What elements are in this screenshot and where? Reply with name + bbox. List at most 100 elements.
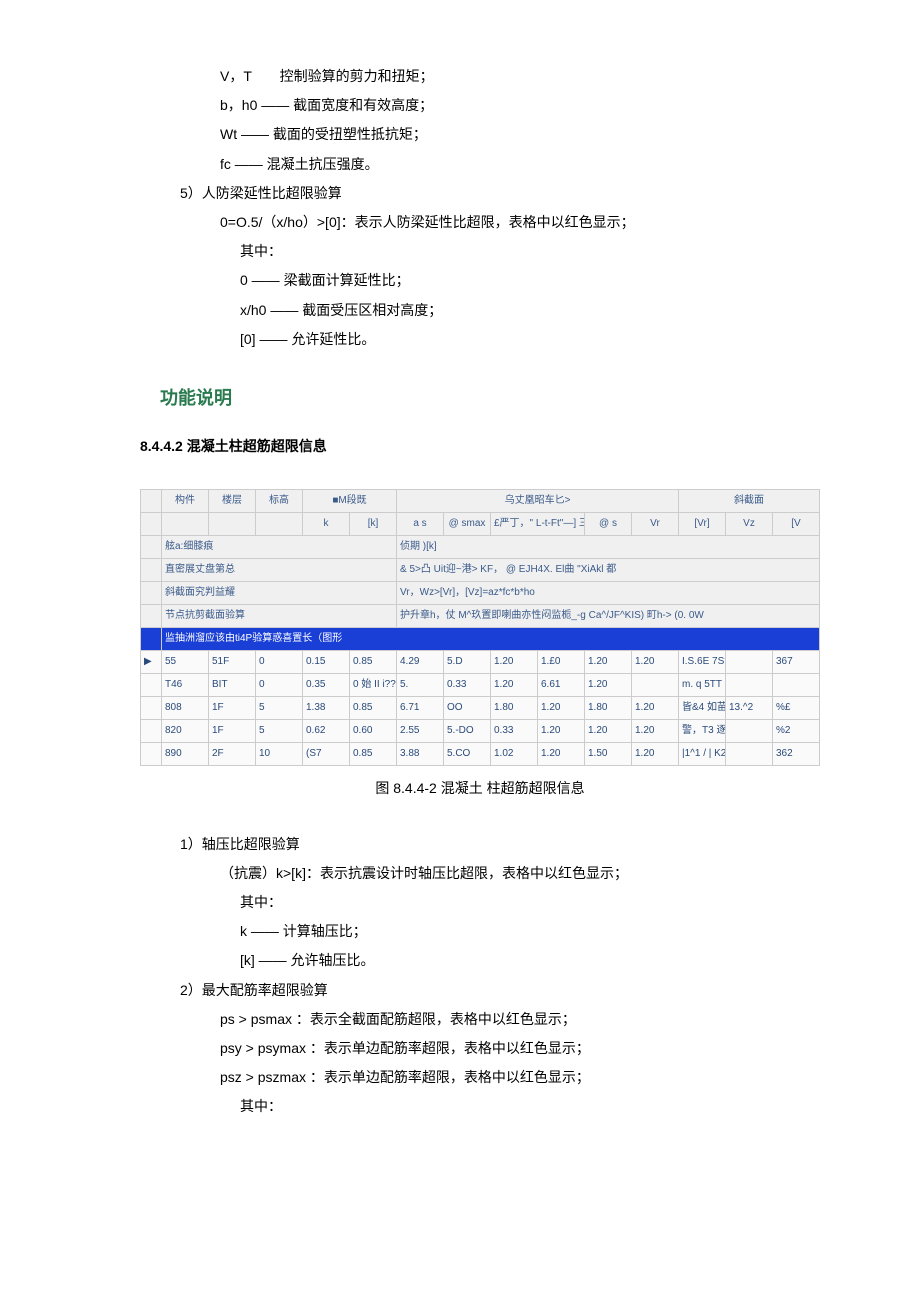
col-elev: 标高 (256, 490, 303, 513)
col-marker (141, 490, 162, 513)
r4-c4: (S7 (303, 743, 350, 766)
r2-c12: 皆&4 如苗 (679, 697, 726, 720)
r1-c0 (141, 674, 162, 697)
h2-vz: Vz (726, 513, 773, 536)
r3-c1: 820 (162, 720, 209, 743)
r3-c4: 0.62 (303, 720, 350, 743)
r4-c5: 0.85 (350, 743, 397, 766)
meta-0-rest: 侦期 )[k] (397, 536, 820, 559)
h2-vr: Vr (632, 513, 679, 536)
r3-c10: 1.20 (585, 720, 632, 743)
data-row-2: 808 1F 5 1.38 0.85 6.71 OO 1.80 1.20 1.8… (141, 697, 820, 720)
r2-c14: %£ (773, 697, 820, 720)
sec2b-title: 2）最大配筋率超限验算 (180, 978, 820, 1003)
r1-c9: 6.61 (538, 674, 585, 697)
r0-c6: 4.29 (397, 651, 444, 674)
h2-as: a s (397, 513, 444, 536)
r0-marker: ▶ (141, 651, 162, 674)
meta-2-rest: Vr，Wz>[Vr]，[Vz]=az*fc*b*ho (397, 582, 820, 605)
sec5-defxh0: x/h0 —— 截面受压区相对高度； (240, 298, 820, 323)
figure-table-wrap: 构件 楼层 标高 ■M段既 乌丈凰昭车匕> 斜截面 k [k] a s @ sm… (140, 489, 820, 766)
r0-c8: 1.20 (491, 651, 538, 674)
meta-row-3: 节点抗剪截面验算护升章h，仗 M^玖置即喇曲亦性闷监栀_-g Ca^/JF^KI… (141, 605, 820, 628)
r1-c13 (726, 674, 773, 697)
r4-c3: 10 (256, 743, 303, 766)
r1-c8: 1.20 (491, 674, 538, 697)
r2-c1: 808 (162, 697, 209, 720)
col-shear-group: 斜截面 (679, 490, 820, 513)
h2-3 (256, 513, 303, 536)
sec2b-where: 其中： (240, 1094, 820, 1119)
r4-c0 (141, 743, 162, 766)
data-row-3: 820 1F 5 0.62 0.60 2.55 5.-DO 0.33 1.20 … (141, 720, 820, 743)
data-row-0: ▶ 55 51F 0 0.15 0.85 4.29 5.D 1.20 1.£0 … (141, 651, 820, 674)
r0-c4: 0.15 (303, 651, 350, 674)
def-wt: Wt —— 截面的受扭塑性抵抗矩； (220, 122, 820, 147)
r2-c3: 5 (256, 697, 303, 720)
r3-c6: 2.55 (397, 720, 444, 743)
sec5-deflim: [0] —— 允许延性比。 (240, 327, 820, 352)
r1-c14 (773, 674, 820, 697)
blue-highlight-row: 监抽洲溜应该由ti4P验算惑喜置长（图形 (141, 628, 820, 651)
meta-3-label: 节点抗剪截面验算 (162, 605, 397, 628)
sec5-title: 5）人防梁延性比超限验算 (180, 181, 820, 206)
r0-c7: 5.D (444, 651, 491, 674)
meta-row-0: 舷a:细膝痕侦期 )[k] (141, 536, 820, 559)
r3-c5: 0.60 (350, 720, 397, 743)
meta-row-1: 直密展丈盘第总& 5>凸 Uit迎~港> KF， @ EJH4X. El曲 "X… (141, 559, 820, 582)
blue-row-text: 监抽洲溜应该由ti4P验算惑喜置长（图形 (162, 628, 820, 651)
r4-c2: 2F (209, 743, 256, 766)
r1-c5: 0 始 II i?? 3. (350, 674, 397, 697)
r0-c14: 367 (773, 651, 820, 674)
sec2b-l3: psz > pszmax ：表示单边配筋率超限，表格中以红色显示； (220, 1065, 820, 1090)
r0-c9: 1.£0 (538, 651, 585, 674)
r4-c8: 1.02 (491, 743, 538, 766)
r3-c9: 1.20 (538, 720, 585, 743)
r3-c3: 5 (256, 720, 303, 743)
h2-smax: @ smax (444, 513, 491, 536)
sec2b-l2: psy > psymax ：表示单边配筋率超限，表格中以红色显示； (220, 1036, 820, 1061)
function-title: 功能说明 (160, 382, 820, 414)
r4-c10: 1.50 (585, 743, 632, 766)
col-main-group: 乌丈凰昭车匕> (397, 490, 679, 513)
h2-2 (209, 513, 256, 536)
r4-c7: 5.CO (444, 743, 491, 766)
data-row-1: T46 BIT 0 0.35 0 始 II i?? 3. 5. 0.33 1.2… (141, 674, 820, 697)
r3-c2: 1F (209, 720, 256, 743)
h2-0 (141, 513, 162, 536)
r2-c7: OO (444, 697, 491, 720)
figure-caption: 图 8.4.4-2 混凝土 柱超筋超限信息 (140, 776, 820, 801)
overrun-table: 构件 楼层 标高 ■M段既 乌丈凰昭车匕> 斜截面 k [k] a s @ sm… (140, 489, 820, 766)
h2-vrlim: [Vr] (679, 513, 726, 536)
r0-c1: 55 (162, 651, 209, 674)
r1-c4: 0.35 (303, 674, 350, 697)
sec1b-l1: （抗震）k>[k]：表示抗震设计时轴压比超限，表格中以红色显示； (220, 861, 820, 886)
sec1b-defklim: [k] —— 允许轴压比。 (240, 948, 820, 973)
r1-c7: 0.33 (444, 674, 491, 697)
r0-c12: I.S.6E 7S?.13 2.48 (679, 651, 726, 674)
meta-1-rest: & 5>凸 Uit迎~港> KF， @ EJH4X. El曲 "XiAkl 都 (397, 559, 820, 582)
r4-c9: 1.20 (538, 743, 585, 766)
data-row-4: 890 2F 10 (S7 0.85 3.88 5.CO 1.02 1.20 1… (141, 743, 820, 766)
sec1b-where: 其中： (240, 890, 820, 915)
h2-1 (162, 513, 209, 536)
r4-c1: 890 (162, 743, 209, 766)
r3-c13 (726, 720, 773, 743)
col-floor: 楼层 (209, 490, 256, 513)
r2-c5: 0.85 (350, 697, 397, 720)
r0-c10: 1.20 (585, 651, 632, 674)
sec5-formula: 0=O.5/（x/ho）>[0]：表示人防梁延性比超限，表格中以红色显示； (220, 210, 820, 235)
h2-k: k (303, 513, 350, 536)
r1-c10: 1.20 (585, 674, 632, 697)
r2-c13: 13.^2 (726, 697, 773, 720)
r0-c5: 0.85 (350, 651, 397, 674)
r0-c2: 51F (209, 651, 256, 674)
meta-1-label: 直密展丈盘第总 (162, 559, 397, 582)
r1-c2: BIT (209, 674, 256, 697)
h2-vzlim: [V (773, 513, 820, 536)
r2-c0 (141, 697, 162, 720)
h2-ltft: £严丁，" L-t-Ft"—] 三必sz (491, 513, 585, 536)
r3-c0 (141, 720, 162, 743)
r1-c11 (632, 674, 679, 697)
sec1b-title: 1）轴压比超限验算 (180, 832, 820, 857)
